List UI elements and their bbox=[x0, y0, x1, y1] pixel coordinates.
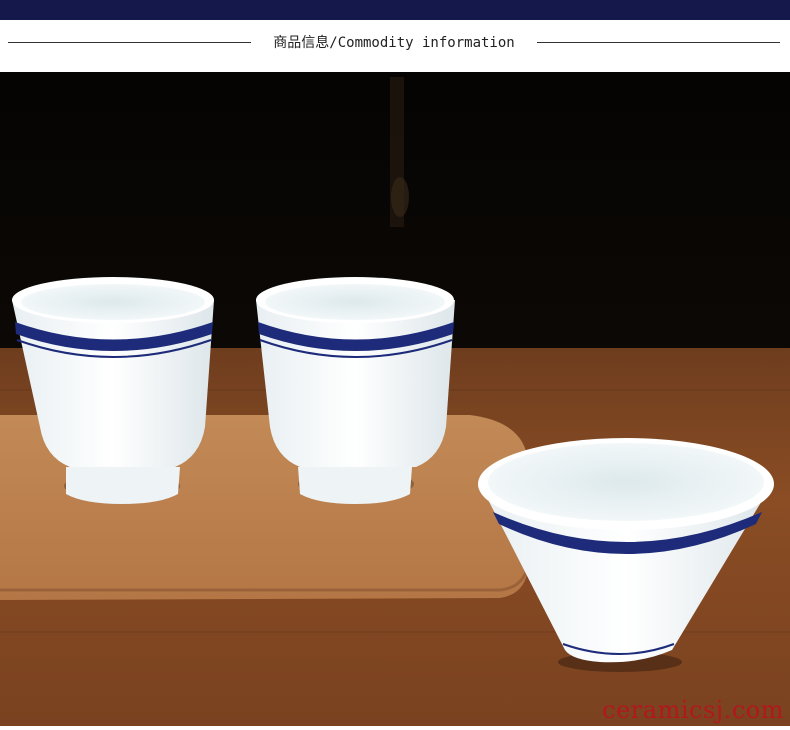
watermark: ceramicsj.com bbox=[602, 696, 784, 724]
section-title: 商品信息/Commodity information bbox=[273, 35, 515, 51]
product-photo: ceramicsj.com bbox=[0, 72, 790, 726]
header-rule-right bbox=[537, 42, 780, 43]
top-bar bbox=[0, 0, 790, 20]
header-rule-left bbox=[8, 42, 251, 43]
product-photo-illustration bbox=[0, 72, 790, 726]
section-header: 商品信息/Commodity information bbox=[0, 20, 790, 72]
